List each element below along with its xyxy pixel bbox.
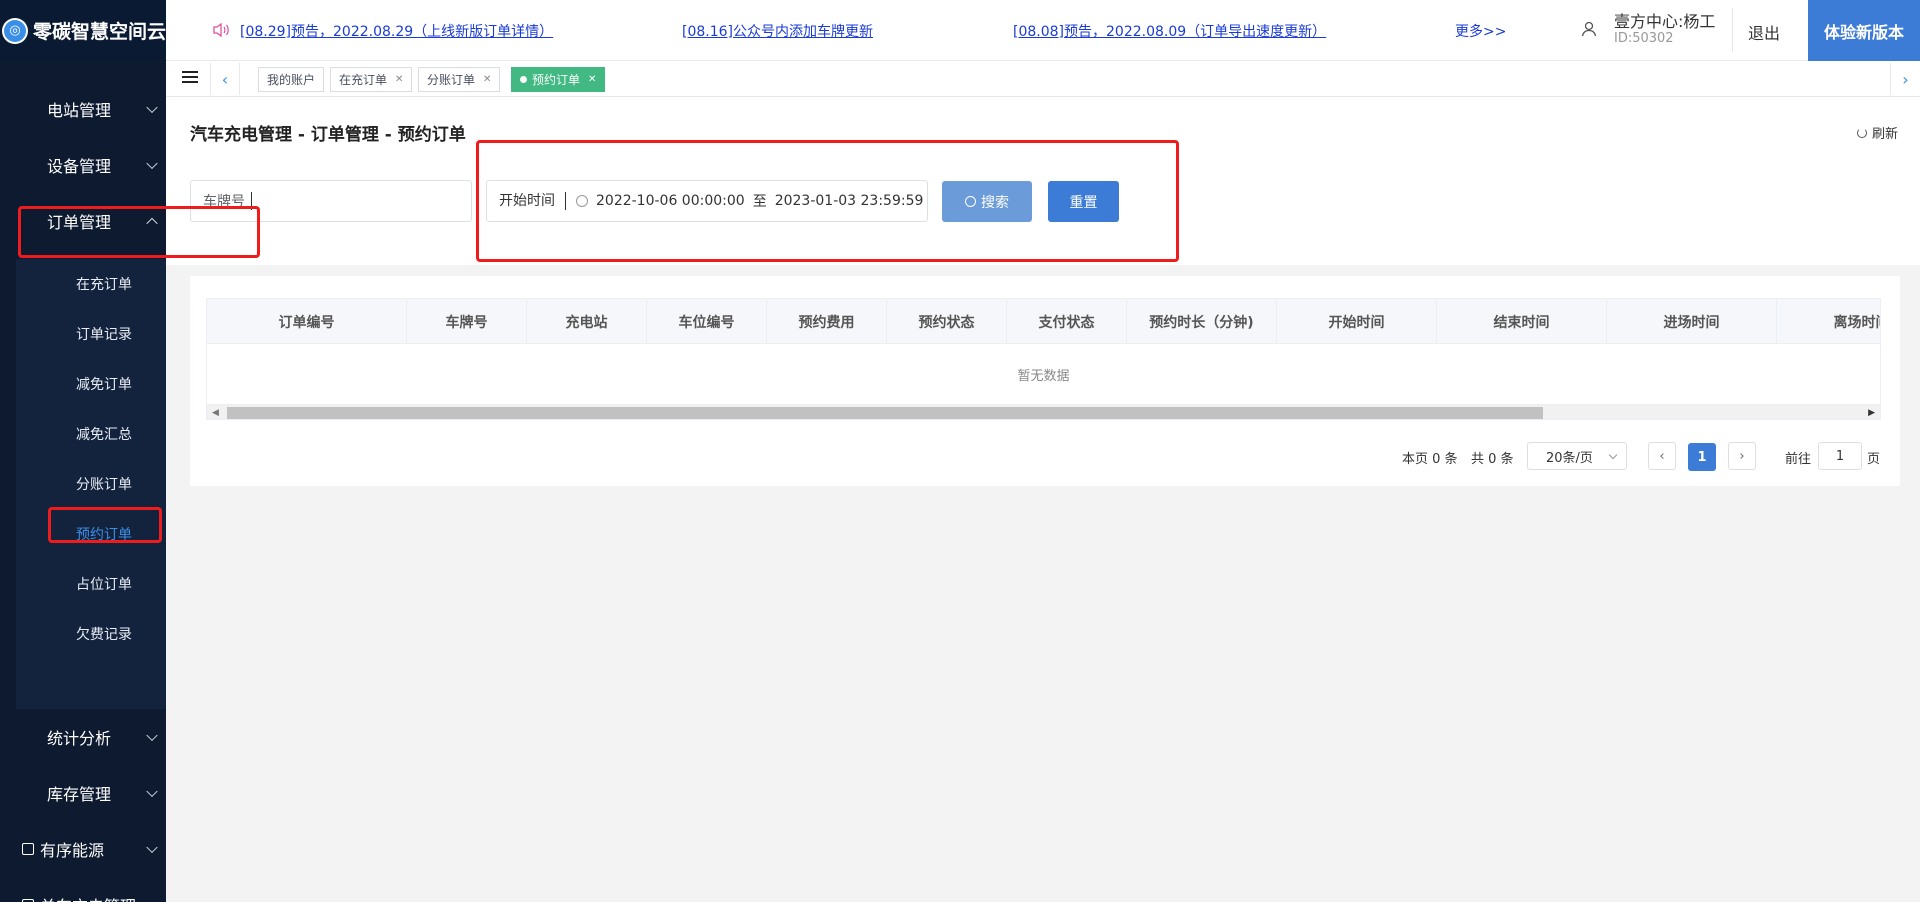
sidebar-item-station[interactable]: 电站管理 [0, 81, 166, 137]
table-header: 订单编号 车牌号 充电站 车位编号 预约费用 预约状态 支付状态 预约时长（分钟… [207, 299, 1881, 344]
chevron-down-icon [146, 897, 158, 902]
column-header[interactable]: 结束时间 [1437, 299, 1607, 344]
sidebar-item-energy[interactable]: 有序能源 [0, 821, 166, 877]
next-page-button[interactable]: › [1728, 442, 1756, 470]
refresh-button[interactable]: 刷新 [1856, 123, 1898, 142]
scroll-left-icon[interactable]: ◀ [212, 408, 219, 418]
user-id: ID:50302 [1614, 31, 1674, 46]
page-size-value: 20条/页 [1546, 450, 1593, 466]
total-count: 共 0 条 [1471, 451, 1514, 467]
sidebar-item-label: 单车充电管理 [40, 893, 136, 902]
sidebar-item-bike-charging[interactable]: 单车充电管理 [0, 877, 166, 902]
submenu-item-split[interactable]: 分账订单 [16, 459, 166, 509]
chevron-down-icon [146, 157, 158, 170]
chevron-down-icon [146, 729, 158, 742]
submenu-item-records[interactable]: 订单记录 [16, 309, 166, 359]
tab-reservation-orders[interactable]: 预约订单 ✕ [511, 67, 606, 92]
highlight-box-orders-menu [18, 206, 260, 258]
tab-split-orders[interactable]: 分账订单 ✕ [418, 67, 501, 92]
horizontal-scrollbar[interactable]: ◀ ▶ [207, 404, 1880, 419]
refresh-icon [1856, 127, 1867, 138]
column-header[interactable]: 开始时间 [1277, 299, 1437, 344]
refresh-label: 刷新 [1871, 127, 1898, 142]
submenu-item-occupancy[interactable]: 占位订单 [16, 559, 166, 609]
scrollbar-thumb[interactable] [227, 407, 1543, 419]
current-page[interactable]: 1 [1688, 443, 1716, 471]
goto-label: 前往 [1785, 451, 1812, 467]
tab-label: 在充订单 [339, 73, 388, 87]
tabs-next-icon[interactable]: › [1890, 63, 1920, 95]
page-title: 汽车充电管理 - 订单管理 - 预约订单 [190, 125, 466, 145]
more-notices-link[interactable]: 更多>> [1455, 21, 1506, 41]
highlight-box-reservation-submenu [48, 507, 162, 543]
submenu-item-arrears[interactable]: 欠费记录 [16, 609, 166, 659]
column-header[interactable]: 订单编号 [207, 299, 407, 344]
close-icon[interactable]: ✕ [588, 74, 596, 85]
orders-submenu: 在充订单 订单记录 减免订单 减免汇总 分账订单 预约订单 占位订单 欠费记录 [16, 259, 166, 709]
column-header[interactable]: 离场时间 [1777, 299, 1881, 344]
sidebar: 电站管理 设备管理 订单管理 在充订单 订单记录 减免订单 减免汇总 分账订单 … [0, 61, 166, 902]
tab-charging-orders[interactable]: 在充订单 ✕ [330, 67, 413, 92]
notice-link-3[interactable]: [08.08]预告，2022.08.09（订单导出速度更新） [1013, 21, 1326, 41]
sidebar-item-label: 统计分析 [47, 729, 112, 748]
user-icon [1580, 20, 1598, 38]
tab-label: 预约订单 [532, 73, 581, 87]
user-name: 壹方中心:杨工 [1614, 12, 1716, 31]
page-count: 本页 0 条 [1402, 451, 1458, 467]
sidebar-item-label: 库存管理 [47, 785, 112, 804]
chevron-down-icon [1608, 450, 1618, 460]
sidebar-item-device[interactable]: 设备管理 [0, 137, 166, 193]
goto-page-input[interactable]: 1 [1818, 442, 1862, 470]
column-header[interactable]: 充电站 [527, 299, 647, 344]
tabs-bar: ‹ 我的账户 在充订单 ✕ 分账订单 ✕ 预约订单 ✕ › [166, 61, 1920, 97]
tab-label: 我的账户 [267, 73, 316, 87]
hamburger-icon[interactable] [182, 71, 198, 84]
energy-icon [22, 843, 34, 855]
speaker-icon [212, 22, 230, 38]
chevron-down-icon [146, 101, 158, 114]
column-header[interactable]: 进场时间 [1607, 299, 1777, 344]
top-header: ◎ 零碳智慧空间云 [08.29]预告，2022.08.29（上线新版订单详情）… [0, 0, 1920, 61]
chevron-down-icon [146, 841, 158, 854]
active-dot-icon [520, 76, 527, 83]
column-header[interactable]: 支付状态 [1007, 299, 1127, 344]
logout-button[interactable]: 退出 [1748, 20, 1780, 44]
close-icon[interactable]: ✕ [395, 74, 403, 85]
close-icon[interactable]: ✕ [483, 74, 491, 85]
column-header[interactable]: 车牌号 [407, 299, 527, 344]
notice-link-2[interactable]: [08.16]公众号内添加车牌更新 [682, 21, 873, 41]
logo-icon: ◎ [2, 17, 28, 44]
column-header[interactable]: 车位编号 [647, 299, 767, 344]
column-header[interactable]: 预约状态 [887, 299, 1007, 344]
tab-my-account[interactable]: 我的账户 [258, 67, 325, 92]
highlight-box-filter [476, 140, 1179, 262]
submenu-item-discount[interactable]: 减免订单 [16, 359, 166, 409]
page-size-select[interactable]: 20条/页 [1527, 442, 1627, 470]
goto-suffix: 页 [1867, 451, 1881, 467]
sidebar-item-label: 电站管理 [47, 101, 112, 120]
table-card: 订单编号 车牌号 充电站 车位编号 预约费用 预约状态 支付状态 预约时长（分钟… [190, 276, 1900, 486]
sidebar-item-stats[interactable]: 统计分析 [0, 709, 166, 765]
logo[interactable]: ◎ 零碳智慧空间云 [0, 0, 166, 61]
prev-page-button[interactable]: ‹ [1648, 442, 1676, 470]
notice-link-1[interactable]: [08.29]预告，2022.08.29（上线新版订单详情） [240, 21, 553, 41]
header-divider [1732, 8, 1733, 52]
scroll-right-icon[interactable]: ▶ [1868, 408, 1875, 418]
tab-label: 分账订单 [427, 73, 476, 87]
tabs-prev-icon[interactable]: ‹ [210, 63, 240, 95]
orders-table: 订单编号 车牌号 充电站 车位编号 预约费用 预约状态 支付状态 预约时长（分钟… [206, 298, 1881, 420]
empty-state: 暂无数据 [1017, 368, 1070, 384]
chevron-down-icon [146, 785, 158, 798]
sidebar-item-inventory[interactable]: 库存管理 [0, 765, 166, 821]
submenu-item-discount-summary[interactable]: 减免汇总 [16, 409, 166, 459]
submenu-item-charging[interactable]: 在充订单 [16, 259, 166, 309]
logo-text: 零碳智慧空间云 [32, 21, 166, 43]
new-version-button[interactable]: 体验新版本 [1808, 0, 1920, 61]
column-header[interactable]: 预约时长（分钟) [1127, 299, 1277, 344]
sidebar-item-label: 设备管理 [47, 157, 112, 176]
column-header[interactable]: 预约费用 [767, 299, 887, 344]
sidebar-item-label: 有序能源 [40, 841, 105, 860]
